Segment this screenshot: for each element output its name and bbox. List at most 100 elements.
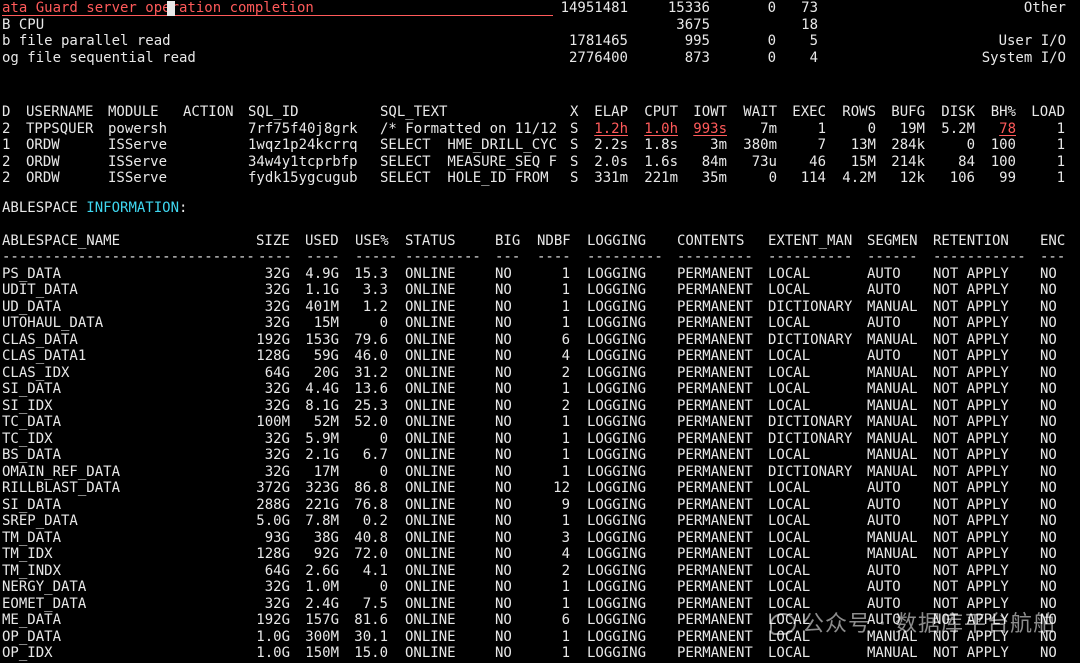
- sql-cell: 1.8s: [644, 137, 678, 154]
- sql-cell: 4.2M: [842, 170, 876, 187]
- sql-cell: 19M: [899, 120, 925, 137]
- sql-cell: fydk15ygcugub: [248, 170, 358, 187]
- tablespace-cell: PERMANENT: [677, 463, 753, 480]
- tablespace-cell: NO: [495, 331, 512, 348]
- tablespace-cell: LOGGING: [587, 562, 647, 579]
- tablespace-cell: ONLINE: [405, 612, 456, 629]
- tablespace-cell: LOCAL: [768, 546, 811, 563]
- tablespace-cell: NOT APPLY: [933, 331, 1009, 348]
- tablespace-cell: TC_IDX: [2, 430, 53, 447]
- tablespace-cell: ONLINE: [405, 628, 456, 645]
- tablespace-cell: LOCAL: [768, 348, 811, 365]
- tablespace-cell: ONLINE: [405, 562, 456, 579]
- tablespace-cell: 3.3: [362, 282, 388, 299]
- tablespace-header-cell: CONTENTS: [677, 232, 745, 249]
- tablespace-cell: ONLINE: [405, 463, 456, 480]
- sql-cell: 1: [817, 120, 826, 137]
- tablespace-cell: ONLINE: [405, 513, 456, 530]
- tablespace-cell: 4.4G: [305, 381, 339, 398]
- tablespace-cell: NO: [1040, 331, 1057, 348]
- sql-cell: 214k: [891, 153, 925, 170]
- tablespace-cell: 59G: [313, 348, 339, 365]
- tablespace-cell: CLAS_IDX: [2, 364, 70, 381]
- sql-cell: 1wqz1p24kcrrq: [248, 137, 358, 154]
- tablespace-cell: UTOHAUL_DATA: [2, 315, 104, 332]
- terminal-window[interactable]: ata Guard server operation completion 149…: [0, 0, 1080, 663]
- tablespace-cell: MANUAL: [867, 397, 918, 414]
- tablespace-row: TM_DATA 93G 38G 40.8 ONLINE NO 3 LOGGING PERMANE…: [0, 530, 1080, 547]
- sql-cell: 2: [2, 170, 11, 187]
- tablespace-header-cell: RETENTION: [933, 232, 1009, 249]
- tablespace-cell: 0: [379, 430, 388, 447]
- tablespace-cell: 32G: [264, 463, 290, 480]
- wait-event-event: b file parallel read: [2, 33, 171, 49]
- sql-cell: ISServe: [108, 137, 168, 154]
- sql-cell: TPPSQUER: [26, 120, 94, 137]
- tablespace-header-cell: USE%: [355, 232, 389, 249]
- tablespace-cell: 1: [561, 579, 570, 596]
- sql-cell: 2.2s: [594, 137, 628, 154]
- sql-header-cell: LOAD: [1031, 104, 1065, 121]
- tablespace-cell: NO: [1040, 348, 1057, 365]
- tablespace-cell: 17M: [313, 463, 339, 480]
- tablespace-cell: NO: [495, 348, 512, 365]
- tablespace-cell: NO: [1040, 579, 1057, 596]
- tablespace-cell: LOGGING: [587, 265, 647, 282]
- tablespace-cell: 52M: [313, 414, 339, 431]
- sql-cell: 84m: [701, 153, 727, 170]
- sql-cell: 100: [990, 137, 1016, 154]
- separator-cell: ----------: [768, 249, 853, 266]
- wait-event-time: 3675: [676, 16, 710, 33]
- sql-cell: 7rf75f40j8grk: [248, 120, 358, 137]
- tablespace-cell: NO: [495, 529, 512, 546]
- tablespace-cell: LOCAL: [768, 315, 811, 332]
- sql-cell: 100: [990, 153, 1016, 170]
- tablespace-row: TC_DATA 100M 52M 52.0 ONLINE NO 1 LOGGING PERMAN…: [0, 414, 1080, 431]
- tablespace-cell: NO: [1040, 397, 1057, 414]
- tablespace-cell: MANUAL: [867, 430, 918, 447]
- title-suffix: :: [179, 199, 188, 216]
- tablespace-cell: DICTIONARY: [768, 298, 853, 315]
- tablespace-cell: 7.5: [362, 595, 388, 612]
- tablespace-cell: NO: [1040, 298, 1057, 315]
- tablespace-cell: ONLINE: [405, 430, 456, 447]
- tablespace-cell: 4.9G: [305, 265, 339, 282]
- tablespace-cell: ONLINE: [405, 282, 456, 299]
- sql-cell: 1.6s: [644, 153, 678, 170]
- tablespace-cell: 32G: [264, 595, 290, 612]
- tablespace-cell: PERMANENT: [677, 645, 753, 662]
- tablespace-cell: OMAIN_REF_DATA: [2, 463, 121, 480]
- wait-event-time: 995: [684, 33, 710, 49]
- sql-header-cell: X: [570, 104, 579, 121]
- tablespace-cell: 1.1G: [305, 282, 339, 299]
- tablespace-cell: 7.8M: [305, 513, 339, 530]
- sql-cell: 114: [800, 170, 826, 187]
- tablespace-cell: CLAS_DATA: [2, 331, 78, 348]
- tablespace-cell: PERMANENT: [677, 447, 753, 464]
- sql-cell: 2.0s: [594, 153, 628, 170]
- tablespace-cell: LOCAL: [768, 579, 811, 596]
- tablespace-cell: MANUAL: [867, 645, 918, 662]
- tablespace-cell: 372G: [256, 480, 290, 497]
- tablespace-cell: NOT APPLY: [933, 529, 1009, 546]
- tablespace-cell: 13.6: [354, 381, 388, 398]
- tablespace-cell: 25.3: [354, 397, 388, 414]
- sql-cell: 7: [817, 137, 826, 154]
- separator-cell: -----------: [933, 249, 1026, 266]
- tablespace-cell: ONLINE: [405, 397, 456, 414]
- tablespace-cell: NO: [495, 265, 512, 282]
- sql-table-row: 1 ORDW ISServe 1wqz1p24kcrrq SELECT HME_DRIL…: [0, 137, 1080, 154]
- tablespace-cell: 0: [379, 315, 388, 332]
- tablespace-cell: NO: [495, 315, 512, 332]
- tablespace-header-cell: NDBF: [537, 232, 571, 249]
- tablespace-cell: ONLINE: [405, 298, 456, 315]
- tablespace-cell: 2.4G: [305, 595, 339, 612]
- tablespace-section-title: ABLESPACE INFORMATION:: [0, 200, 1080, 217]
- wait-event-c3: 0: [767, 0, 776, 16]
- tablespace-cell: 0: [379, 463, 388, 480]
- separator-cell: ---------: [405, 249, 481, 266]
- sql-header-cell: CPUT: [644, 104, 678, 121]
- tablespace-cell: 3: [561, 529, 570, 546]
- tablespace-cell: 1: [561, 265, 570, 282]
- tablespace-cell: 1.0G: [256, 628, 290, 645]
